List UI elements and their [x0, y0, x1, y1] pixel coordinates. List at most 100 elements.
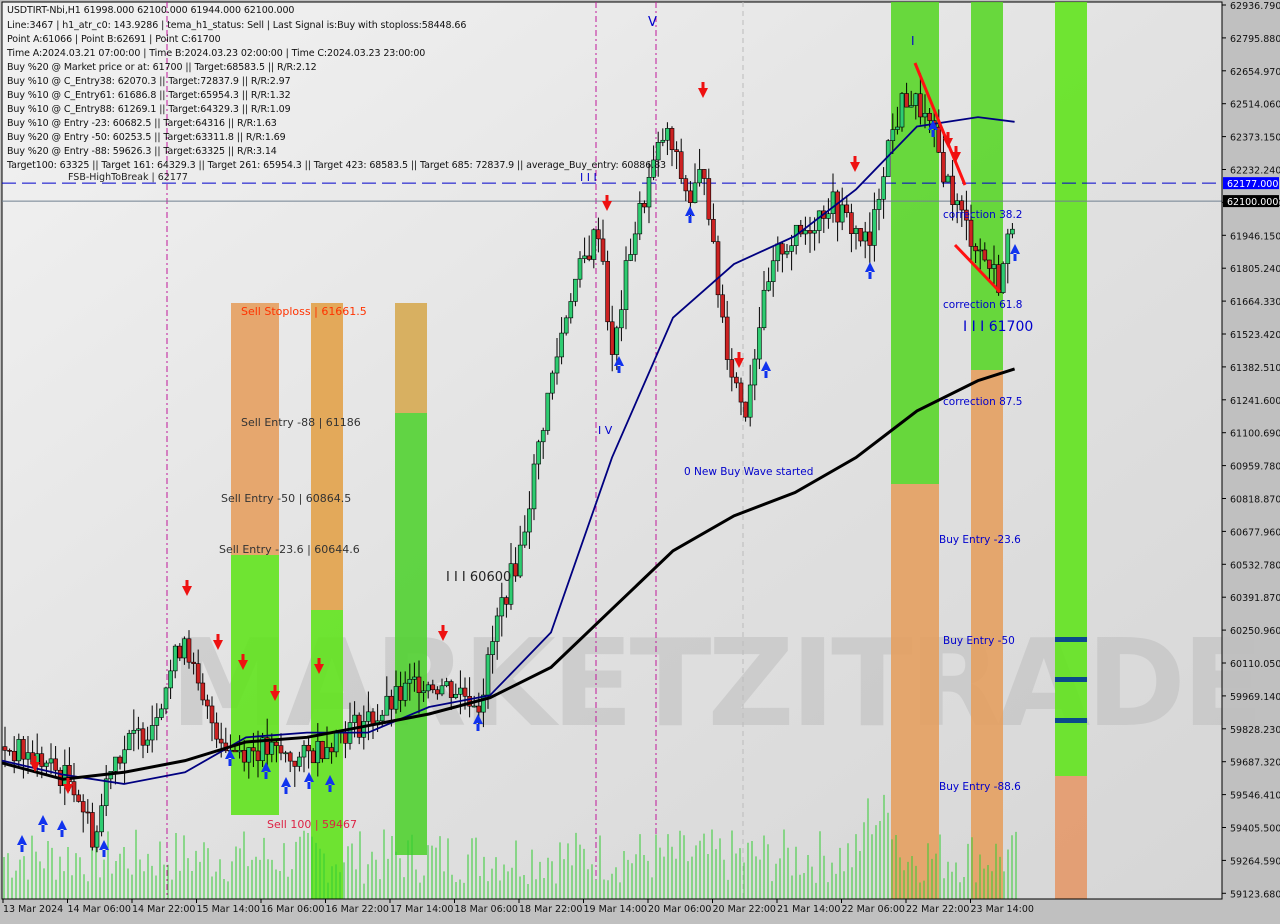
y-tick-label: 62373.150	[1230, 133, 1280, 144]
candle-bull	[614, 327, 620, 355]
candle-bull	[421, 690, 426, 693]
y-tick-label: 60250.960	[1230, 626, 1280, 637]
candle-bull	[853, 228, 859, 235]
candle-bear	[329, 747, 334, 753]
candle-bull	[655, 142, 661, 161]
candle-bull	[830, 191, 836, 214]
candle-bull	[908, 105, 914, 108]
y-tick-label: 61523.420	[1230, 330, 1280, 341]
candle-bear	[780, 243, 785, 255]
candle-bear	[430, 684, 436, 691]
candle-bear	[729, 359, 735, 378]
candle-bull	[393, 686, 399, 710]
candle-bear	[688, 190, 693, 203]
y-tick-label: 60959.780	[1230, 462, 1280, 473]
candle-bull	[545, 392, 551, 431]
candle-bull	[333, 731, 339, 753]
buy-entry-50-label: Buy Entry -50	[943, 635, 1015, 647]
wave-iii-top-label: I I I	[580, 171, 597, 184]
candle-bear	[968, 219, 974, 247]
candle-bear	[596, 229, 601, 240]
candle-bear	[600, 238, 606, 262]
correction-61-label: correction 61.8	[943, 299, 1022, 311]
y-tick-label: 60391.870	[1230, 593, 1280, 604]
candle-bear	[205, 699, 210, 707]
x-tick-label: 19 Mar 14:00	[584, 904, 647, 915]
x-tick-label: 17 Mar 14:00	[390, 904, 453, 915]
candle-bull	[582, 255, 587, 259]
current-price-price-text: 62100.000	[1227, 197, 1278, 208]
candle-bear	[76, 794, 81, 802]
candle-bear	[416, 676, 422, 693]
candle-bull	[536, 441, 541, 465]
candle-bear	[200, 682, 206, 701]
candle-bear	[140, 728, 146, 746]
candle-bull	[490, 641, 495, 655]
x-tick-label: 22 Mar 06:00	[842, 904, 905, 915]
candle-bear	[39, 753, 45, 767]
candle-bear	[706, 178, 712, 220]
sell-entry-50-label: Sell Entry -50 | 60864.5	[221, 492, 351, 505]
candle-bull	[550, 372, 555, 394]
candle-bull	[103, 778, 109, 807]
candle-bull	[168, 670, 173, 689]
candle-bear	[435, 689, 440, 695]
candle-bull	[812, 230, 817, 234]
candle-bear	[306, 744, 311, 752]
info-line: Time A:2024.03.21 07:00:00 | Time B:2024…	[7, 48, 426, 59]
candle-bull	[752, 358, 758, 386]
candle-bear	[320, 740, 325, 760]
candle-bear	[605, 261, 610, 323]
candle-bull	[471, 705, 477, 708]
y-tick-label: 61100.690	[1230, 429, 1280, 440]
y-tick-label: 59546.410	[1230, 791, 1280, 802]
candle-bull	[439, 685, 445, 695]
candle-bear	[586, 255, 592, 260]
candle-bull	[816, 210, 822, 231]
candle-bull	[522, 531, 528, 546]
candle-bear	[21, 739, 26, 760]
candle-bear	[678, 151, 684, 179]
candle-bull	[269, 741, 275, 755]
candle-bull	[895, 126, 900, 130]
buy-zone-1-part	[891, 484, 939, 899]
candle-bull	[384, 695, 390, 716]
info-line: Buy %10 @ C_Entry61: 61686.8 || Target:6…	[7, 90, 291, 101]
candle-bull	[352, 714, 357, 723]
candle-bull	[665, 128, 670, 141]
buy-entry-23-label: Buy Entry -23.6	[939, 534, 1021, 546]
candle-bear	[609, 321, 615, 355]
candle-bear	[71, 781, 77, 796]
candle-bull	[619, 309, 624, 329]
candle-bear	[807, 230, 813, 234]
candle-bear	[209, 705, 215, 724]
candle-bull	[301, 744, 307, 758]
x-tick-label: 22 Mar 22:00	[906, 904, 969, 915]
candle-bear	[462, 687, 468, 697]
candle-bull	[131, 729, 137, 734]
candle-bear	[195, 663, 201, 684]
sell-zone-2-part	[311, 303, 343, 610]
zone-marker	[1055, 718, 1087, 723]
x-tick-label: 20 Mar 22:00	[713, 904, 776, 915]
candle-bear	[936, 126, 942, 153]
sell-zone-3-part	[395, 413, 427, 855]
sell-zone-1-part	[231, 303, 279, 555]
candle-bull	[361, 721, 367, 738]
candle-bull	[297, 756, 302, 767]
candle-bull	[697, 169, 702, 184]
y-tick-label: 62232.240	[1230, 166, 1280, 177]
candle-bull	[540, 430, 546, 443]
x-tick-label: 14 Mar 22:00	[132, 904, 195, 915]
candle-bull	[954, 200, 960, 206]
candle-bear	[241, 750, 247, 763]
x-tick-label: 21 Mar 14:00	[777, 904, 840, 915]
candle-bull	[623, 260, 629, 310]
candle-bull	[94, 831, 100, 848]
y-tick-label: 61946.150	[1230, 231, 1280, 242]
candle-bull	[789, 245, 794, 252]
candle-bear	[255, 750, 261, 761]
candle-bull	[1010, 228, 1015, 235]
info-line: Buy %10 @ C_Entry88: 61269.1 || Target:6…	[7, 104, 291, 115]
candle-bear	[674, 149, 679, 153]
